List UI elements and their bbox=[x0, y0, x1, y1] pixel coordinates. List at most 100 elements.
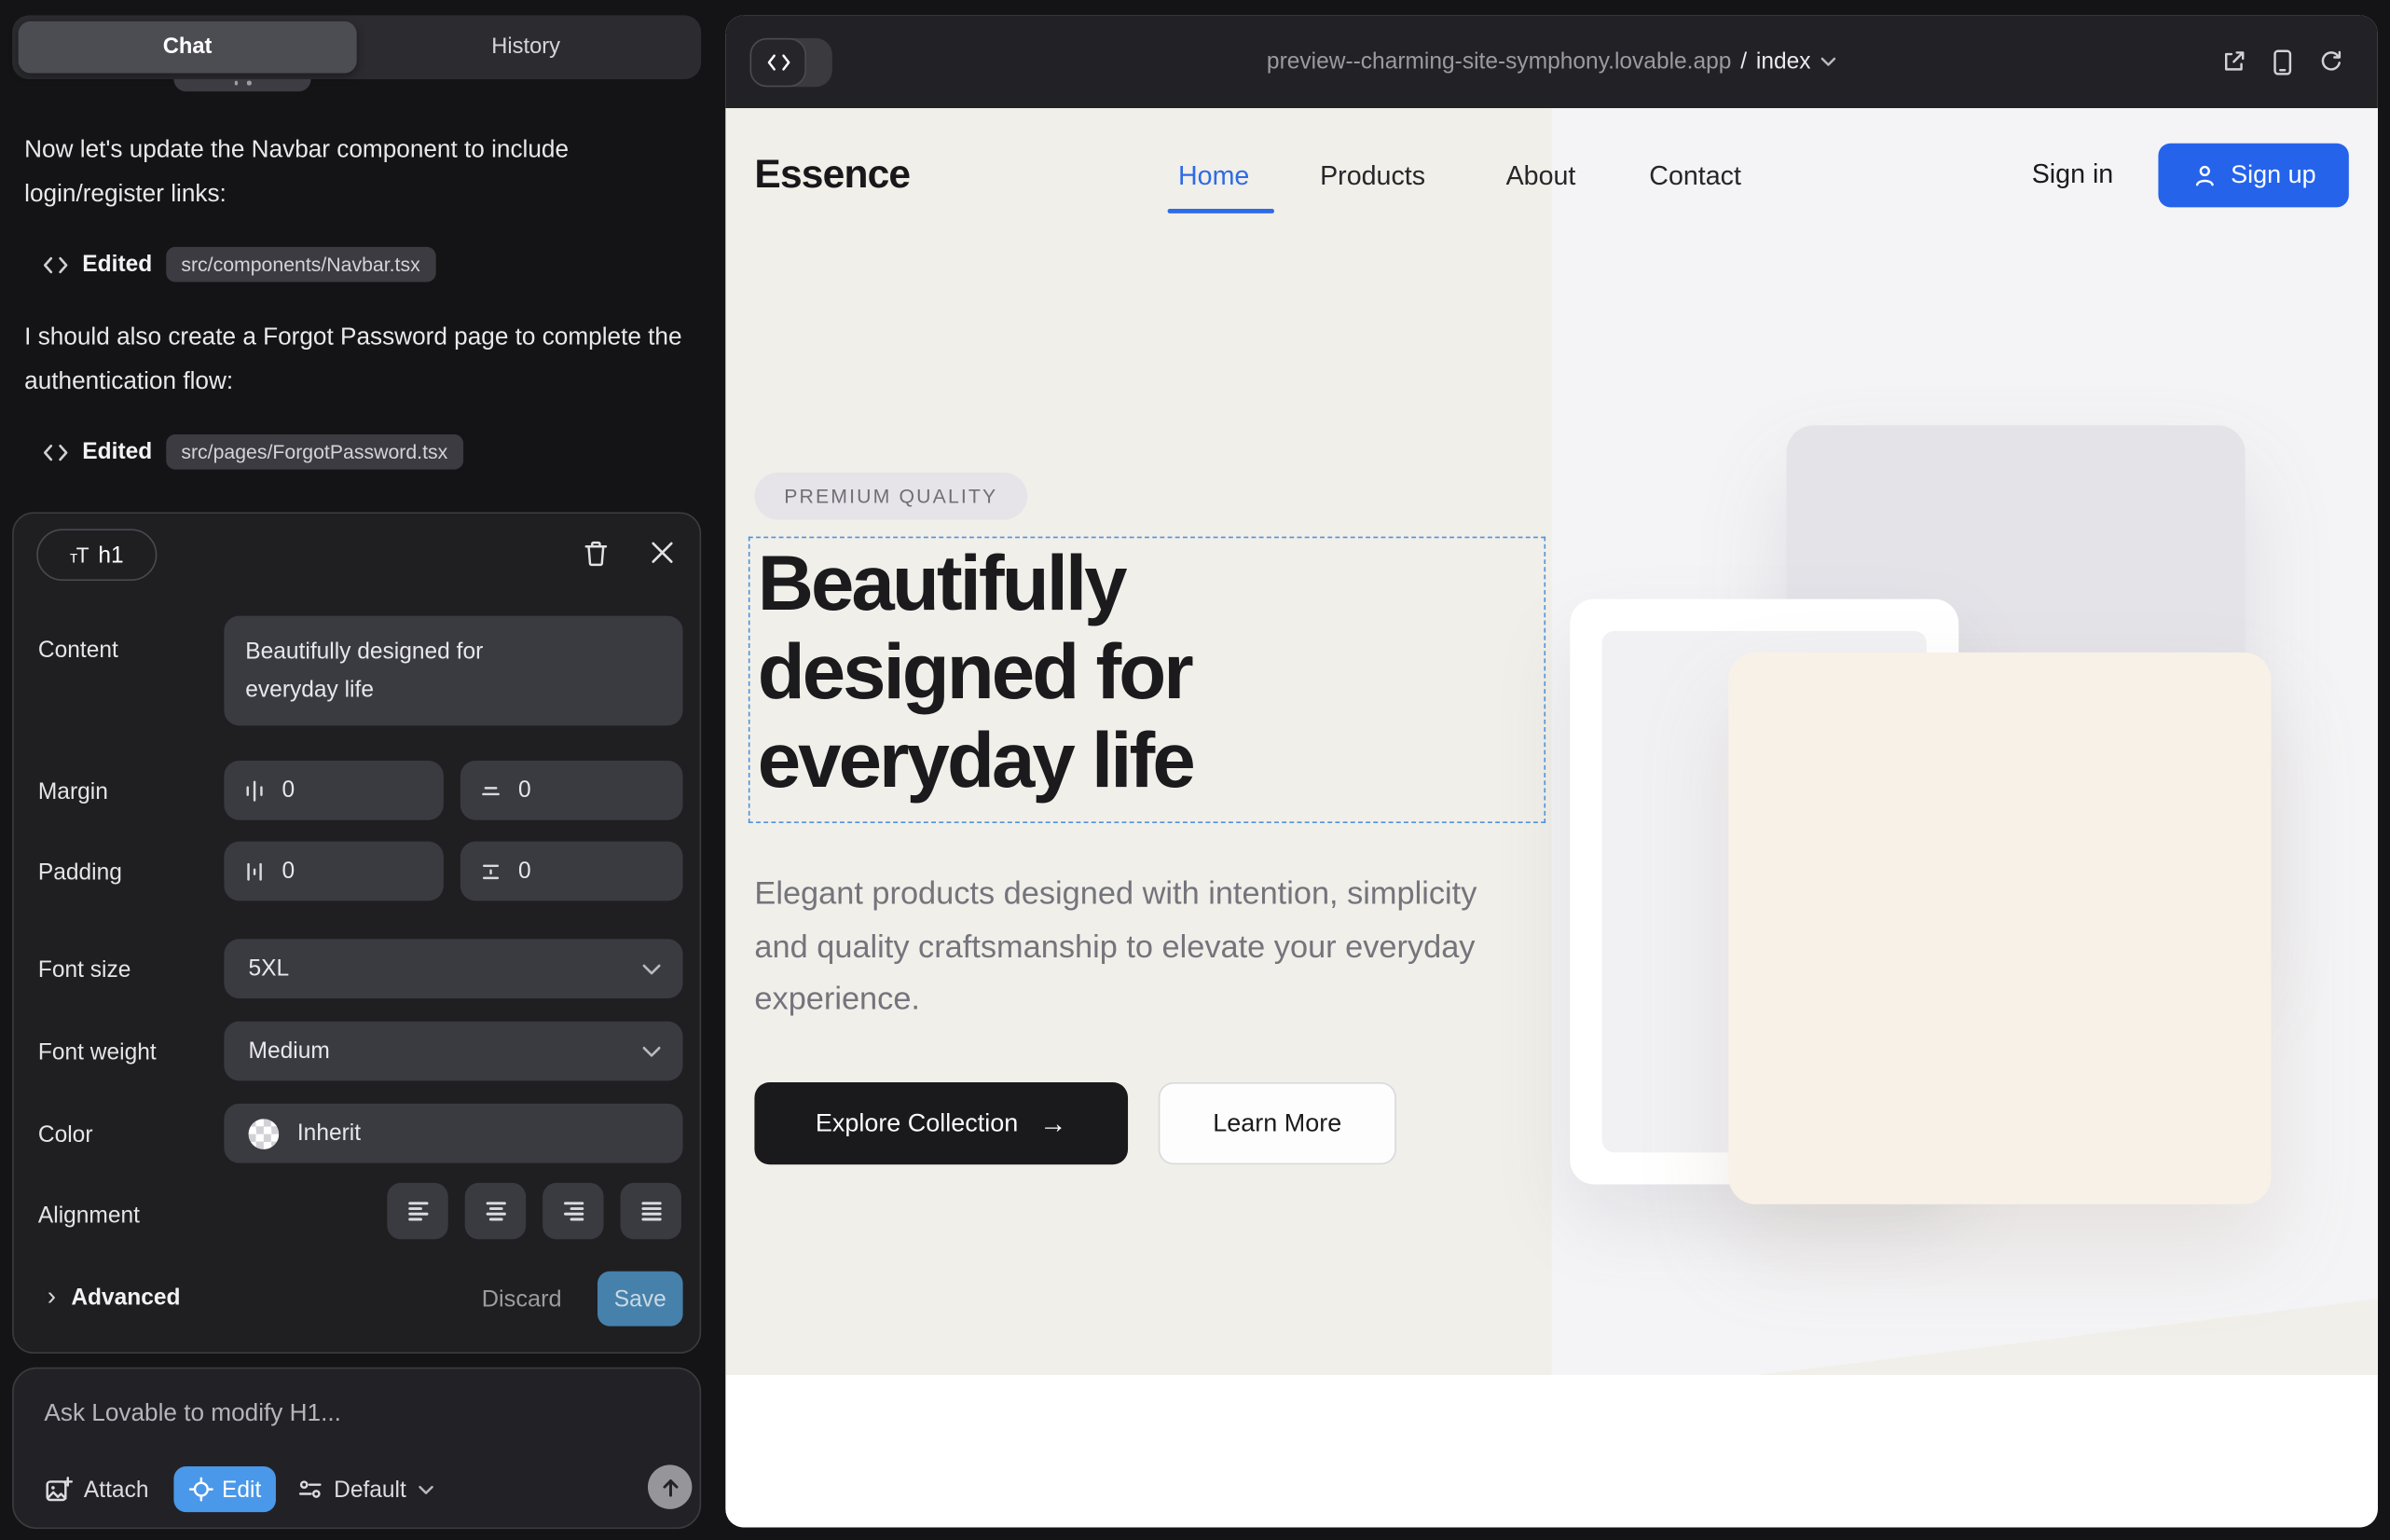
margin-vertical-icon bbox=[478, 778, 502, 803]
url-page: index bbox=[1756, 48, 1811, 75]
align-justify-button[interactable] bbox=[621, 1183, 681, 1240]
color-label: Color bbox=[38, 1122, 93, 1148]
headline-line: designed for bbox=[758, 628, 1193, 717]
hero-paragraph: Elegant products designed with intention… bbox=[754, 869, 1491, 1026]
chevron-down-icon bbox=[417, 1484, 433, 1494]
margin-y-input[interactable]: 0 bbox=[460, 761, 683, 820]
chat-sidebar: Chat History Now let's update the Navbar… bbox=[0, 0, 713, 1540]
file-chip[interactable]: src/pages/ForgotPassword.tsx bbox=[166, 434, 463, 470]
padding-x-input[interactable]: 0 bbox=[224, 842, 443, 901]
delete-element-button[interactable] bbox=[583, 540, 610, 569]
nav-link-about[interactable]: About bbox=[1506, 160, 1576, 192]
url-breadcrumb[interactable]: preview--charming-site-symphony.lovable.… bbox=[725, 15, 2378, 108]
discard-button[interactable]: Discard bbox=[482, 1286, 562, 1313]
edit-mode-button[interactable]: Edit bbox=[173, 1466, 276, 1512]
align-left-button[interactable] bbox=[387, 1183, 447, 1240]
padding-label: Padding bbox=[38, 859, 122, 886]
advanced-toggle[interactable]: › Advanced bbox=[48, 1282, 181, 1313]
chevron-down-icon bbox=[641, 1045, 661, 1057]
arrow-right-icon: → bbox=[1039, 1107, 1066, 1139]
element-editor-panel: тT h1 Content Beautifully designed for e… bbox=[12, 512, 701, 1354]
edited-file-row: Edited src/pages/ForgotPassword.tsx bbox=[43, 433, 463, 471]
tab-history[interactable]: History bbox=[357, 21, 695, 74]
url-separator: / bbox=[1740, 48, 1747, 75]
attach-image-icon bbox=[44, 1475, 73, 1504]
code-icon bbox=[43, 441, 69, 462]
margin-label: Margin bbox=[38, 779, 108, 805]
assistant-message: I should also create a Forgot Password p… bbox=[24, 317, 682, 404]
color-swatch bbox=[249, 1118, 280, 1148]
margin-y-value: 0 bbox=[518, 777, 531, 804]
hero-section: Essence Home Products About Contact Sign… bbox=[725, 108, 2378, 1375]
align-center-button[interactable] bbox=[465, 1183, 526, 1240]
margin-x-input[interactable]: 0 bbox=[224, 761, 443, 820]
refresh-icon[interactable] bbox=[2318, 48, 2344, 75]
content-label: Content bbox=[38, 638, 118, 664]
send-button[interactable] bbox=[648, 1464, 692, 1508]
margin-horizontal-icon bbox=[242, 778, 267, 803]
mode-select[interactable]: Default bbox=[297, 1466, 433, 1512]
chevron-down-icon bbox=[641, 963, 661, 975]
user-icon bbox=[2191, 162, 2218, 188]
padding-x-value: 0 bbox=[282, 859, 295, 885]
sliders-icon bbox=[297, 1478, 323, 1502]
nav-link-contact[interactable]: Contact bbox=[1649, 160, 1741, 192]
advanced-label: Advanced bbox=[71, 1285, 180, 1311]
code-icon bbox=[43, 254, 69, 275]
headline-line: Beautifully bbox=[758, 540, 1193, 628]
learn-more-button[interactable]: Learn More bbox=[1159, 1082, 1396, 1164]
font-size-value: 5XL bbox=[249, 956, 290, 982]
file-chip[interactable]: src/components/Navbar.tsx bbox=[166, 247, 435, 282]
decorative-card-beige bbox=[1728, 653, 2271, 1204]
app-root: Chat History Now let's update the Navbar… bbox=[0, 0, 2390, 1540]
font-size-select[interactable]: 5XL bbox=[224, 939, 682, 998]
edit-label: Edit bbox=[222, 1477, 261, 1503]
alignment-label: Alignment bbox=[38, 1203, 140, 1229]
element-tag: h1 bbox=[98, 542, 123, 568]
signup-button[interactable]: Sign up bbox=[2158, 144, 2348, 208]
attach-button[interactable]: Attach bbox=[44, 1466, 148, 1512]
color-picker[interactable]: Inherit bbox=[224, 1104, 682, 1163]
open-external-icon[interactable] bbox=[2220, 48, 2246, 75]
toolbar-actions bbox=[2220, 15, 2343, 108]
font-weight-value: Medium bbox=[249, 1038, 330, 1065]
tab-chat[interactable]: Chat bbox=[19, 21, 357, 74]
hero-headline[interactable]: Beautifully designed for everyday life bbox=[758, 540, 1193, 805]
edited-label: Edited bbox=[82, 252, 152, 278]
padding-horizontal-icon bbox=[242, 859, 267, 883]
chat-composer: Ask Lovable to modify H1... Attach bbox=[12, 1368, 701, 1529]
typography-icon: тT bbox=[70, 543, 88, 567]
scrolled-chip-fragment bbox=[173, 79, 310, 91]
padding-y-input[interactable]: 0 bbox=[460, 842, 683, 901]
preview-toolbar: preview--charming-site-symphony.lovable.… bbox=[725, 15, 2378, 108]
composer-input[interactable]: Ask Lovable to modify H1... bbox=[44, 1401, 340, 1428]
close-panel-button[interactable] bbox=[650, 540, 676, 566]
margin-x-value: 0 bbox=[282, 777, 295, 804]
crosshair-icon bbox=[188, 1478, 213, 1502]
nav-link-products[interactable]: Products bbox=[1320, 160, 1425, 192]
edited-label: Edited bbox=[82, 439, 152, 465]
site-page: Essence Home Products About Contact Sign… bbox=[725, 108, 2378, 1527]
save-button[interactable]: Save bbox=[598, 1272, 683, 1327]
content-input[interactable]: Beautifully designed for everyday life bbox=[224, 616, 682, 726]
active-nav-underline bbox=[1168, 209, 1274, 213]
assistant-message: Now let's update the Navbar component to… bbox=[24, 130, 682, 216]
chevron-down-icon bbox=[1820, 57, 1836, 67]
font-weight-select[interactable]: Medium bbox=[224, 1022, 682, 1081]
signin-link[interactable]: Sign in bbox=[2032, 158, 2114, 190]
preview-window: preview--charming-site-symphony.lovable.… bbox=[725, 15, 2378, 1527]
mobile-preview-icon[interactable] bbox=[2273, 48, 2292, 76]
chevron-right-icon: › bbox=[48, 1282, 56, 1313]
align-right-button[interactable] bbox=[543, 1183, 603, 1240]
font-weight-label: Font weight bbox=[38, 1039, 157, 1066]
padding-y-value: 0 bbox=[518, 859, 531, 885]
url-domain: preview--charming-site-symphony.lovable.… bbox=[1267, 48, 1732, 75]
site-logo[interactable]: Essence bbox=[754, 151, 910, 199]
signup-label: Sign up bbox=[2231, 161, 2316, 190]
mode-label: Default bbox=[334, 1477, 406, 1503]
attach-label: Attach bbox=[84, 1477, 149, 1503]
explore-collection-button[interactable]: Explore Collection → bbox=[754, 1082, 1128, 1164]
color-value: Inherit bbox=[297, 1121, 361, 1147]
sidebar-tabbar: Chat History bbox=[12, 15, 701, 79]
nav-link-home[interactable]: Home bbox=[1178, 160, 1249, 192]
